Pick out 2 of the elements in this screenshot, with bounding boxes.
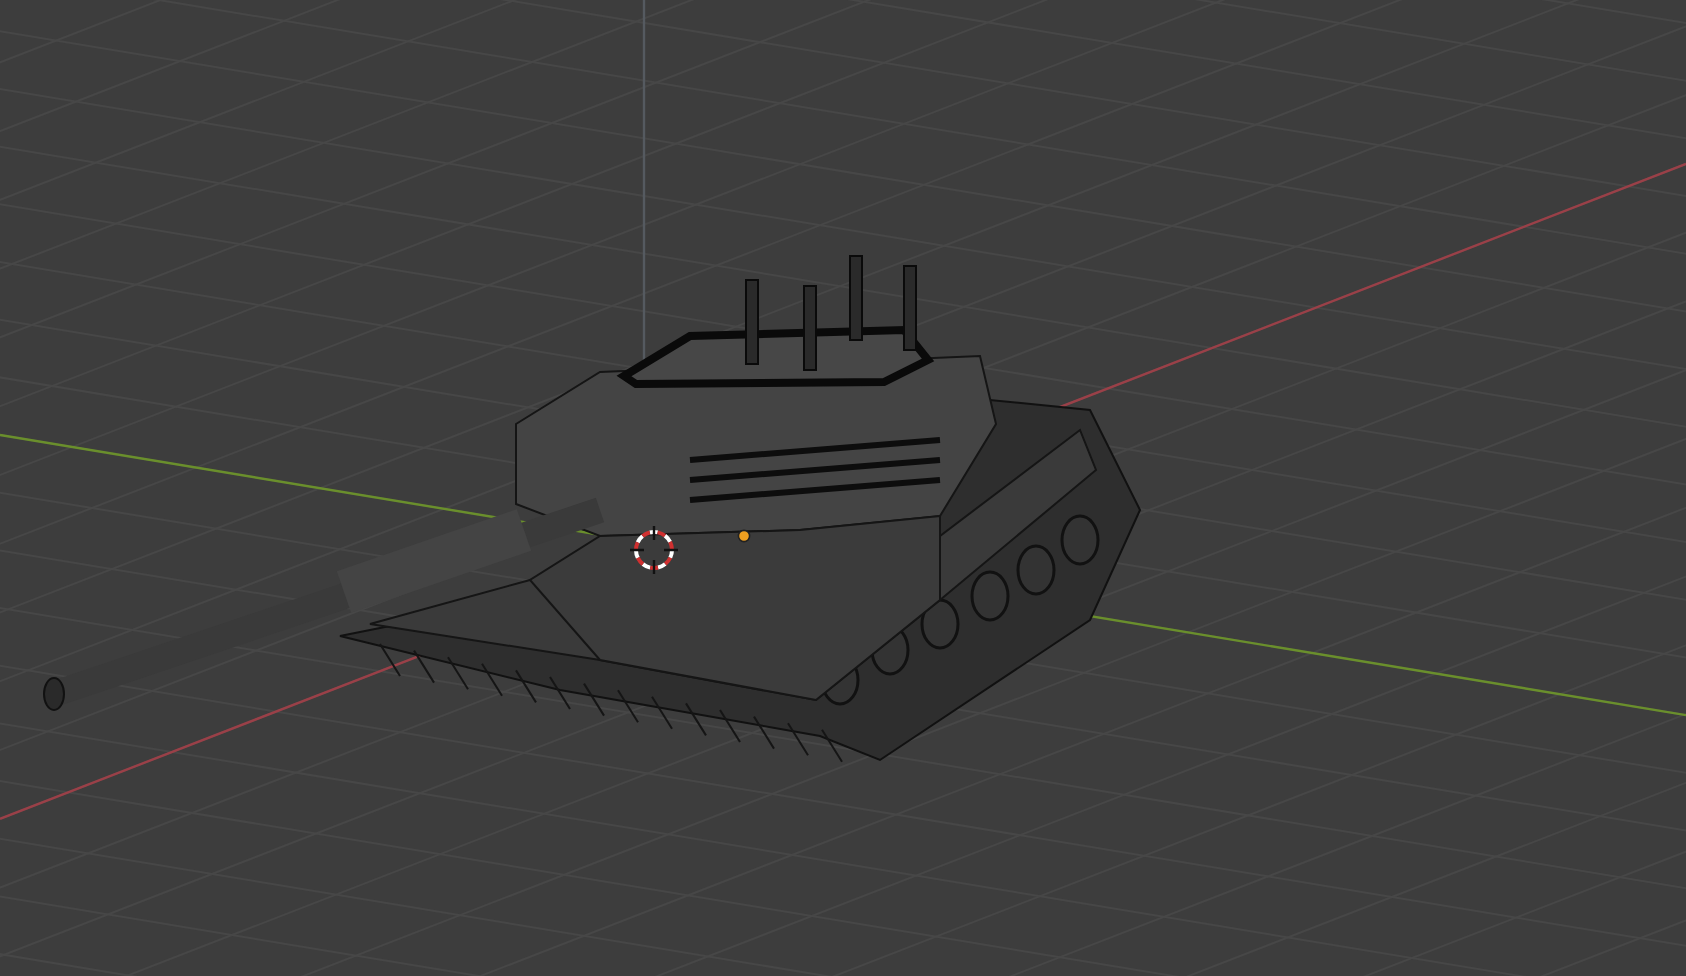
3d-cursor-icon[interactable] bbox=[628, 524, 680, 576]
origin-dot-icon bbox=[737, 529, 751, 543]
